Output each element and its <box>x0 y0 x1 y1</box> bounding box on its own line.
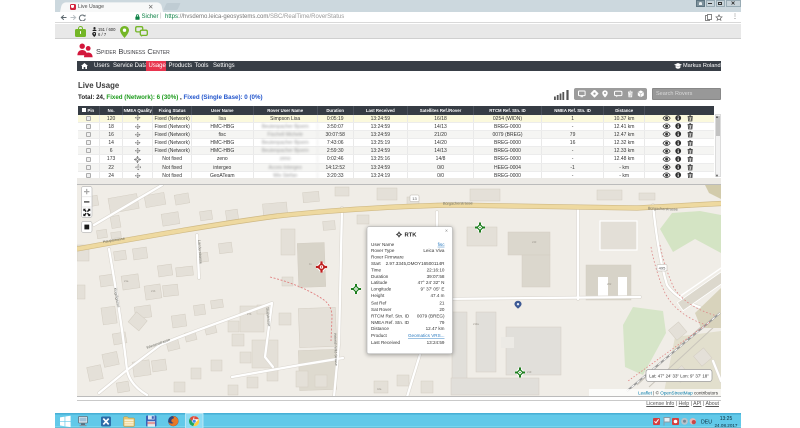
svg-text:12.47 km: 12.47 km <box>426 326 445 331</box>
svg-text:Height: Height <box>371 293 385 298</box>
svg-text:Sat Ref: Sat Ref <box>371 301 387 306</box>
svg-text:495: 495 <box>659 266 666 271</box>
svg-text:2.97.3345,DMOY16500114R: 2.97.3345,DMOY16500114R <box>386 261 446 266</box>
svg-text:42a: 42a <box>377 387 382 391</box>
svg-text:13: 13 <box>412 196 417 201</box>
svg-text:Start: Start <box>371 261 381 266</box>
svg-text:13:24:59: 13:24:59 <box>427 340 445 345</box>
svg-text:202: 202 <box>607 282 612 286</box>
svg-text:24.08.2017: 24.08.2017 <box>715 422 738 427</box>
svg-text:Rover Type: Rover Type <box>371 248 395 253</box>
svg-text:Longitude: Longitude <box>371 287 392 292</box>
svg-text:Duration: Duration <box>371 274 389 279</box>
svg-text:22:16:10: 22:16:10 <box>427 268 445 273</box>
svg-text:Geomatics VRS...: Geomatics VRS... <box>408 333 445 338</box>
svg-text:Leica Viva: Leica Viva <box>423 248 445 253</box>
svg-text:RTK: RTK <box>405 233 418 239</box>
svg-text:Sat Rover: Sat Rover <box>371 307 392 312</box>
svg-text:13:25: 13:25 <box>720 416 733 422</box>
svg-text:47.4 m: 47.4 m <box>430 293 444 298</box>
svg-text:Bürgacherstrasse: Bürgacherstrasse <box>443 202 473 207</box>
svg-text:Distance: Distance <box>371 326 389 331</box>
svg-text:User Name: User Name <box>371 242 395 247</box>
svg-text:RTCM Ref. Stn. ID: RTCM Ref. Stn. ID <box>371 314 410 319</box>
svg-text:DEU: DEU <box>701 419 712 425</box>
svg-text:Lat: 47° 24' 33" Lon: 9° 37' 1: Lat: 47° 24' 33" Lon: 9° 37' 18" <box>649 374 709 379</box>
svg-text:219a: 219a <box>473 322 479 326</box>
svg-text:47° 24' 32" N: 47° 24' 32" N <box>418 280 445 285</box>
svg-text:Latitude: Latitude <box>371 280 388 285</box>
svg-text:×: × <box>445 229 448 235</box>
svg-text:Product: Product <box>371 333 388 338</box>
svg-text:39:07:58: 39:07:58 <box>427 274 445 279</box>
svg-text:NMEA Ref. Stn. ID: NMEA Ref. Stn. ID <box>371 320 410 325</box>
svg-text:Last Received: Last Received <box>371 340 401 345</box>
svg-text:79: 79 <box>439 320 445 325</box>
svg-text:20: 20 <box>439 307 445 312</box>
svg-text:9° 37' 05" E: 9° 37' 05" E <box>420 287 444 292</box>
svg-text:21a: 21a <box>124 279 129 283</box>
svg-text:21: 21 <box>439 301 445 306</box>
svg-text:243: 243 <box>532 240 537 244</box>
svg-text:27b: 27b <box>247 312 252 316</box>
svg-text:fisc: fisc <box>438 242 446 247</box>
svg-text:219: 219 <box>527 370 532 374</box>
svg-text:21b: 21b <box>151 289 156 293</box>
svg-text:Time: Time <box>371 268 381 273</box>
svg-text:0079 (BREG): 0079 (BREG) <box>417 314 445 319</box>
svg-text:Leaflet | © OpenStreetMap cont: Leaflet | © OpenStreetMap contributors <box>638 390 719 396</box>
svg-text:Rover Firmware: Rover Firmware <box>371 255 404 260</box>
